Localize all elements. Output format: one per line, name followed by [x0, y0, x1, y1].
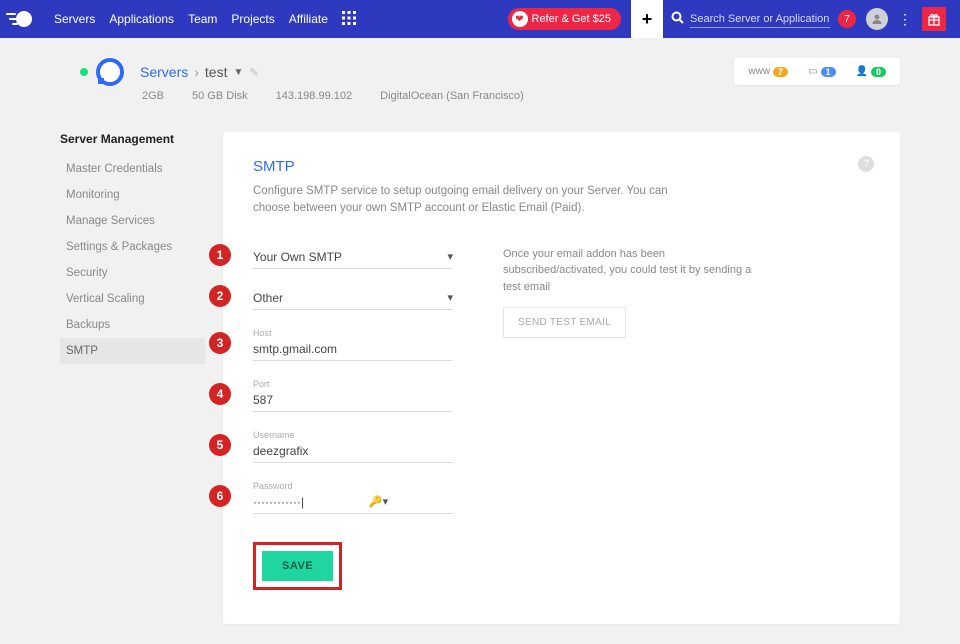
step-badge-2: 2	[209, 285, 231, 307]
meta-ram: 2GB	[142, 90, 164, 102]
key-icon[interactable]: 🔑▾	[369, 495, 388, 508]
stat-apps[interactable]: ▭1	[808, 66, 835, 77]
host-field[interactable]: 3 Host smtp.gmail.com	[253, 328, 453, 361]
edit-icon[interactable]: ✎	[249, 66, 258, 79]
person-icon: 👤	[856, 66, 868, 77]
side-menu: Server Management Master Credentials Mon…	[60, 132, 205, 624]
username-field[interactable]: 5 Username deezgrafix	[253, 430, 453, 463]
sidebar-item-security[interactable]: Security	[60, 260, 205, 286]
panel-desc: Configure SMTP service to setup outgoing…	[253, 183, 693, 218]
chevron-down-icon[interactable]: ▼	[233, 67, 243, 78]
host-label: Host	[253, 328, 453, 338]
step-badge-5: 5	[209, 434, 231, 456]
apps-grid-icon[interactable]	[342, 11, 356, 28]
server-header: Servers › test ▼ ✎	[80, 58, 524, 86]
smtp-type-select[interactable]: 1 Your Own SMTP	[253, 246, 453, 269]
search-icon	[671, 11, 684, 27]
server-name: test	[205, 64, 228, 80]
sidebar-item-backups[interactable]: Backups	[60, 312, 205, 338]
port-label: Port	[253, 379, 453, 389]
chevron-right-icon: ›	[194, 64, 199, 80]
window-icon: ▭	[808, 66, 817, 77]
top-icons: 7 ⋮	[838, 7, 946, 31]
step-badge-1: 1	[209, 244, 231, 266]
step-badge-4: 4	[209, 383, 231, 405]
test-email-note: Once your email addon has been subscribe…	[503, 246, 753, 296]
nav-affiliate[interactable]: Affiliate	[289, 12, 328, 26]
port-field[interactable]: 4 Port 587	[253, 379, 453, 412]
server-stat-card: www7 ▭1 👤0	[734, 58, 900, 85]
top-nav: Servers Applications Team Projects Affil…	[54, 12, 328, 26]
add-button[interactable]: +	[631, 0, 663, 38]
topbar: Servers Applications Team Projects Affil…	[0, 0, 960, 38]
save-highlight-box: SAVE	[253, 542, 342, 590]
stat-www[interactable]: www7	[748, 66, 788, 77]
brand-logo[interactable]	[0, 0, 40, 38]
smtp-form: 1 Your Own SMTP 2 Other 3 Host smtp.gmai…	[253, 246, 453, 590]
meta-ip: 143.198.99.102	[276, 90, 352, 102]
refer-button[interactable]: ❤ Refer & Get $25	[508, 8, 622, 30]
username-label: Username	[253, 430, 453, 440]
smtp-panel: ? SMTP Configure SMTP service to setup o…	[223, 132, 900, 624]
panel-title: SMTP	[253, 158, 870, 175]
account-icon[interactable]	[866, 8, 888, 30]
sidebar-item-settings-packages[interactable]: Settings & Packages	[60, 234, 205, 260]
step-badge-3: 3	[209, 332, 231, 354]
help-icon[interactable]: ?	[858, 156, 874, 172]
breadcrumb: Servers › test ▼ ✎	[140, 64, 259, 80]
server-meta: 2GB 50 GB Disk 143.198.99.102 DigitalOce…	[142, 90, 524, 102]
provider-icon	[96, 58, 124, 86]
nav-team[interactable]: Team	[188, 12, 217, 26]
sidebar-item-manage-services[interactable]: Manage Services	[60, 208, 205, 234]
sidebar-item-vertical-scaling[interactable]: Vertical Scaling	[60, 286, 205, 312]
heart-icon: ❤	[512, 11, 528, 27]
step-badge-6: 6	[209, 485, 231, 507]
nav-projects[interactable]: Projects	[231, 12, 274, 26]
status-dot-icon	[80, 68, 88, 76]
send-test-email-button[interactable]: SEND TEST EMAIL	[503, 307, 626, 338]
sidebar-item-smtp[interactable]: SMTP	[60, 338, 205, 364]
meta-provider: DigitalOcean (San Francisco)	[380, 90, 524, 102]
nav-servers[interactable]: Servers	[54, 12, 95, 26]
test-email-section: Once your email addon has been subscribe…	[503, 246, 753, 590]
sidebar-item-monitoring[interactable]: Monitoring	[60, 182, 205, 208]
search-wrap	[671, 11, 830, 28]
save-button[interactable]: SAVE	[262, 551, 333, 581]
search-input[interactable]	[690, 11, 830, 28]
sidebar-item-master-credentials[interactable]: Master Credentials	[60, 156, 205, 182]
more-menu-icon[interactable]: ⋮	[898, 11, 912, 28]
nav-applications[interactable]: Applications	[109, 12, 174, 26]
smtp-provider-select[interactable]: 2 Other	[253, 287, 453, 310]
gift-icon[interactable]	[922, 7, 946, 31]
password-label: Password	[253, 481, 453, 491]
crumb-root[interactable]: Servers	[140, 64, 188, 80]
meta-disk: 50 GB Disk	[192, 90, 248, 102]
password-field[interactable]: 6 Password ············|🔑▾	[253, 481, 453, 514]
side-menu-heading: Server Management	[60, 132, 205, 146]
stat-team[interactable]: 👤0	[856, 66, 886, 77]
notification-badge[interactable]: 7	[838, 10, 856, 28]
refer-label: Refer & Get $25	[532, 13, 612, 25]
